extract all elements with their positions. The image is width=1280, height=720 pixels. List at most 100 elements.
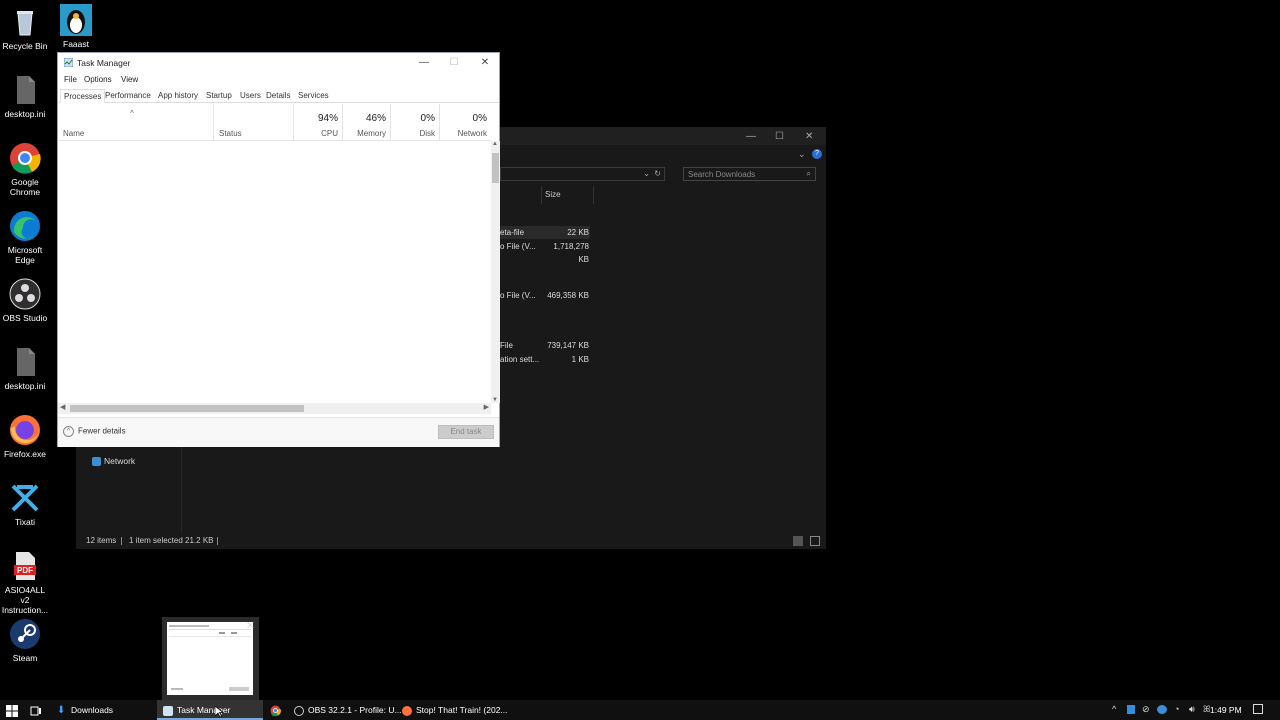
tab-services[interactable]: Services: [295, 89, 332, 103]
network-icon: [92, 457, 101, 467]
taskbar-thumbnail-preview[interactable]: ✕: [162, 617, 259, 700]
taskbar-item-firefox[interactable]: Stop! That! Train! (202...: [398, 700, 508, 720]
column-header-disk[interactable]: 0% Disk: [391, 104, 440, 141]
task-manager-footer: ^ Fewer details End task: [58, 417, 499, 447]
desktop-icon-desktop-ini-2[interactable]: desktop.ini: [0, 346, 50, 391]
desktop-icon-firefox[interactable]: Firefox.exe: [0, 414, 50, 459]
tab-app-history[interactable]: App history: [155, 89, 201, 103]
taskbar-item-task-manager[interactable]: Task Manager: [157, 700, 263, 720]
tab-performance[interactable]: Performance: [102, 89, 154, 103]
scroll-up-icon[interactable]: ▲: [492, 141, 498, 147]
nav-item-network[interactable]: Network: [92, 456, 135, 467]
task-manager-window[interactable]: Task Manager — ☐ ✕ File Options View Pro…: [57, 52, 500, 447]
column-header-status[interactable]: Status: [214, 104, 294, 141]
horizontal-scrollbar[interactable]: ◀ ▶: [58, 403, 491, 414]
desktop-icon-microsoft-edge[interactable]: Microsoft Edge: [0, 210, 50, 265]
menu-options[interactable]: Options: [84, 75, 112, 84]
tab-processes[interactable]: Processes: [60, 89, 106, 103]
firefox-icon: [402, 705, 412, 716]
column-header-size[interactable]: Size: [541, 186, 594, 204]
address-bar[interactable]: ⌄ ↻: [500, 167, 665, 181]
ribbon-expand-chevron-icon[interactable]: ⌄: [798, 149, 806, 160]
pdf-icon: PDF: [9, 550, 41, 582]
close-button[interactable]: ✕: [474, 56, 496, 70]
start-button[interactable]: [6, 700, 18, 720]
tab-strip: Processes Performance App history Startu…: [58, 89, 499, 103]
wifi-icon[interactable]: ◔: [1174, 704, 1179, 714]
volume-icon[interactable]: 🔊︎: [1189, 704, 1195, 715]
search-icon: ⌕: [806, 169, 811, 178]
edge-icon: [9, 210, 41, 242]
desktop-icon-desktop-ini[interactable]: desktop.ini: [0, 74, 50, 119]
taskbar-item-chrome[interactable]: [270, 700, 281, 720]
taskbar-item-obs[interactable]: OBS 32.2.1 - Profile: U...: [290, 700, 402, 720]
vertical-scrollbar[interactable]: ▲ ▼: [491, 141, 500, 403]
vertical-scroll-thumb[interactable]: [492, 153, 499, 183]
obs-icon: [294, 705, 304, 716]
maximize-button[interactable]: ☐: [443, 56, 465, 70]
desktop-icon-obs-studio[interactable]: OBS Studio: [0, 278, 50, 323]
task-manager-titlebar[interactable]: Task Manager — ☐ ✕: [58, 53, 499, 73]
tab-details[interactable]: Details: [263, 89, 293, 103]
file-icon: [9, 74, 41, 106]
tab-startup[interactable]: Startup: [203, 89, 235, 103]
file-row[interactable]: eta-file 22 KB: [500, 226, 590, 239]
file-row[interactable]: o File (V... 469,358 KB: [500, 289, 590, 302]
download-arrow-icon: ⬇: [57, 704, 66, 716]
windows-logo-icon: [6, 704, 18, 717]
address-dropdown-icon[interactable]: ⌄: [643, 169, 650, 178]
explorer-minimize-button[interactable]: —: [746, 131, 756, 142]
taskbar-item-downloads[interactable]: ⬇ Downloads: [52, 700, 154, 720]
fewer-details-button[interactable]: ^ Fewer details: [63, 426, 126, 437]
horizontal-scroll-thumb[interactable]: [70, 405, 304, 412]
refresh-icon[interactable]: ↻: [654, 169, 661, 178]
task-view-button[interactable]: [30, 700, 42, 720]
task-manager-thumbnail[interactable]: [167, 622, 253, 695]
file-row[interactable]: ation sett... 1 KB: [500, 353, 590, 366]
thumbnail-image: [169, 625, 251, 691]
sort-ascending-icon: ^: [130, 109, 134, 118]
menu-file[interactable]: File: [64, 75, 77, 84]
tray-network-off-icon[interactable]: ⊘: [1142, 704, 1150, 715]
large-icons-view-icon[interactable]: [810, 536, 820, 546]
divider: [121, 537, 122, 545]
file-row[interactable]: o File (V... 1,718,278 KB: [500, 240, 590, 264]
file-row[interactable]: File 739,147 KB: [500, 339, 590, 352]
end-task-button[interactable]: End task: [438, 425, 494, 439]
explorer-maximize-button[interactable]: ☐: [775, 131, 784, 142]
search-downloads-input[interactable]: Search Downloads ⌕: [683, 167, 816, 181]
scroll-down-icon[interactable]: ▼: [492, 397, 498, 403]
desktop-icon-google-chrome[interactable]: Google Chrome: [0, 142, 50, 197]
desktop-icon-asio4all-pdf[interactable]: PDF ASIO4ALL v2 Instruction...: [0, 550, 50, 615]
recycle-bin-icon: [9, 6, 41, 38]
details-view-icon[interactable]: [793, 536, 803, 546]
explorer-close-button[interactable]: ✕: [805, 131, 813, 142]
column-header-network[interactable]: 0% Network: [440, 104, 491, 141]
navigation-pane: Network: [76, 447, 182, 533]
desktop: Recycle Bin Faaast desktop.ini Google Ch…: [0, 0, 1280, 700]
desktop-icon-recycle-bin[interactable]: Recycle Bin: [0, 6, 50, 51]
tixati-icon: [9, 482, 41, 514]
desktop-icon-faaast[interactable]: Faaast: [51, 4, 101, 49]
menu-view[interactable]: View: [121, 75, 138, 84]
file-icon: [9, 346, 41, 378]
desktop-icon-steam[interactable]: Steam: [0, 618, 50, 663]
action-center-icon[interactable]: [1253, 704, 1263, 714]
close-preview-icon[interactable]: ✕: [246, 619, 255, 632]
minimize-button[interactable]: —: [413, 56, 435, 70]
tab-users[interactable]: Users: [237, 89, 264, 103]
chevron-up-icon: ^: [63, 426, 74, 437]
column-header-memory[interactable]: 46% Memory: [343, 104, 391, 141]
show-hidden-icons-chevron-icon[interactable]: ^: [1112, 704, 1116, 714]
column-header-name[interactable]: ^ Name: [58, 104, 214, 141]
onedrive-icon[interactable]: [1157, 705, 1167, 714]
desktop-icon-tixati[interactable]: Tixati: [0, 482, 50, 527]
column-header-cpu[interactable]: 94% CPU: [294, 104, 343, 141]
help-icon[interactable]: ?: [812, 149, 822, 159]
taskbar: ⬇ Downloads Task Manager OBS 32.2.1 - Pro…: [0, 700, 1280, 720]
tray-app-icon[interactable]: [1127, 705, 1135, 714]
clock[interactable]: 1:49 PM: [1210, 700, 1242, 720]
task-manager-icon: [163, 705, 173, 716]
scroll-right-icon[interactable]: ▶: [484, 403, 489, 411]
scroll-left-icon[interactable]: ◀: [60, 403, 65, 411]
